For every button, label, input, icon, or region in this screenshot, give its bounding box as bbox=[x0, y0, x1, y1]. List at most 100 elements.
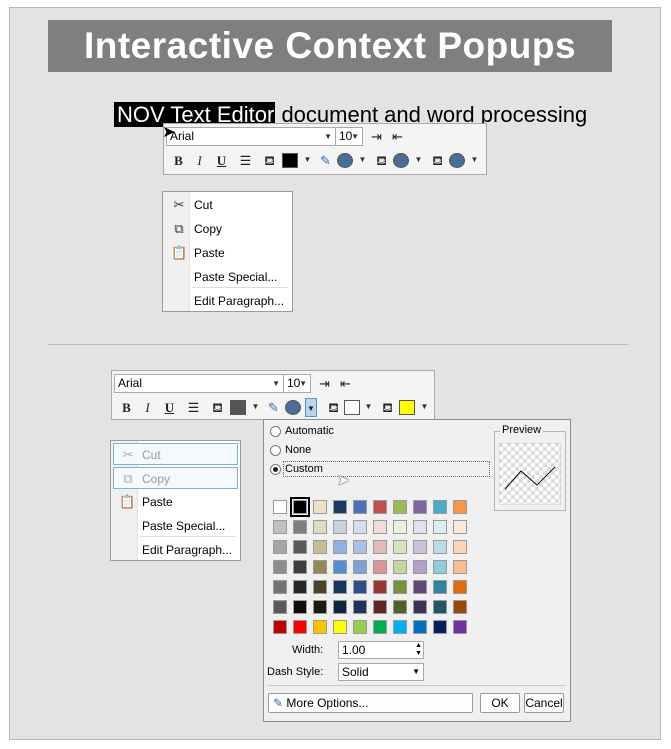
color-swatch[interactable] bbox=[293, 540, 307, 554]
align-center-icon[interactable]: ☰ bbox=[184, 398, 203, 417]
color-swatch[interactable] bbox=[353, 600, 367, 614]
more-options-button[interactable]: ✎ More Options... bbox=[268, 693, 473, 713]
menu-item-paste-special[interactable]: Paste Special... bbox=[113, 515, 238, 537]
color-swatch[interactable] bbox=[313, 580, 327, 594]
outline-color-swatch[interactable] bbox=[344, 400, 360, 415]
color-swatch[interactable] bbox=[273, 600, 287, 614]
fill-color-dropdown-button[interactable]: ▼ bbox=[305, 398, 317, 417]
width-input[interactable]: 1.00 ▲ ▼ bbox=[338, 641, 424, 659]
paint-bucket-icon[interactable]: ⛾ bbox=[378, 398, 397, 417]
color-swatch[interactable] bbox=[313, 620, 327, 634]
decrease-indent-icon[interactable]: ⇤ bbox=[388, 127, 407, 146]
chevron-down-icon[interactable]: ▼ bbox=[303, 155, 312, 164]
font-size-combo[interactable]: 10 ▼ bbox=[283, 374, 311, 393]
color-swatch[interactable] bbox=[293, 620, 307, 634]
color-swatch[interactable] bbox=[293, 580, 307, 594]
color-swatch[interactable] bbox=[353, 620, 367, 634]
color-swatch[interactable] bbox=[393, 580, 407, 594]
color-swatch[interactable] bbox=[413, 600, 427, 614]
text-color-swatch[interactable] bbox=[282, 153, 298, 168]
color-swatch[interactable] bbox=[353, 500, 367, 514]
color-swatch[interactable] bbox=[433, 560, 447, 574]
fill-color-swatch[interactable] bbox=[285, 400, 301, 415]
outline-color-swatch[interactable] bbox=[393, 153, 409, 168]
color-swatch[interactable] bbox=[373, 500, 387, 514]
color-swatch[interactable] bbox=[373, 540, 387, 554]
color-swatch[interactable] bbox=[333, 520, 347, 534]
color-swatch[interactable] bbox=[273, 540, 287, 554]
color-swatch[interactable] bbox=[453, 580, 467, 594]
color-swatch[interactable] bbox=[453, 620, 467, 634]
font-size-combo[interactable]: 10 ▼ bbox=[335, 127, 363, 146]
increase-indent-icon[interactable]: ⇥ bbox=[367, 127, 386, 146]
menu-item-copy[interactable]: ⧉ Copy bbox=[165, 218, 290, 240]
chevron-down-icon[interactable]: ▼ bbox=[358, 155, 367, 164]
chevron-down-icon[interactable]: ▼ bbox=[251, 402, 260, 411]
color-swatch[interactable] bbox=[333, 620, 347, 634]
paint-bucket-icon[interactable]: ⛾ bbox=[260, 151, 279, 170]
stepper-down-icon[interactable]: ▼ bbox=[415, 650, 422, 658]
highlight-color-swatch[interactable] bbox=[399, 400, 415, 415]
highlight-color-swatch[interactable] bbox=[449, 153, 465, 168]
color-swatch[interactable] bbox=[413, 540, 427, 554]
color-swatch[interactable] bbox=[313, 520, 327, 534]
color-swatch[interactable] bbox=[273, 500, 287, 514]
color-swatch[interactable] bbox=[333, 500, 347, 514]
color-swatch[interactable] bbox=[413, 580, 427, 594]
color-swatch[interactable] bbox=[333, 600, 347, 614]
color-swatch[interactable] bbox=[433, 540, 447, 554]
chevron-down-icon[interactable]: ▼ bbox=[420, 402, 429, 411]
underline-button[interactable]: U bbox=[212, 151, 231, 170]
color-swatch[interactable] bbox=[353, 560, 367, 574]
color-swatch[interactable] bbox=[353, 520, 367, 534]
decrease-indent-icon[interactable]: ⇤ bbox=[336, 374, 355, 393]
pen-icon[interactable]: ✎ bbox=[316, 151, 335, 170]
color-swatch[interactable] bbox=[393, 540, 407, 554]
color-swatch[interactable] bbox=[413, 560, 427, 574]
color-swatch[interactable] bbox=[373, 520, 387, 534]
paint-bucket-icon[interactable]: ⛾ bbox=[428, 151, 447, 170]
italic-button[interactable]: I bbox=[138, 398, 157, 417]
menu-item-edit-paragraph[interactable]: Edit Paragraph... bbox=[113, 539, 238, 561]
italic-button[interactable]: I bbox=[190, 151, 209, 170]
font-name-combo[interactable]: Arial ▼ bbox=[114, 374, 284, 393]
custom-radio[interactable] bbox=[270, 464, 281, 475]
color-swatch[interactable] bbox=[433, 520, 447, 534]
color-swatch[interactable] bbox=[273, 520, 287, 534]
chevron-down-icon[interactable]: ▼ bbox=[470, 155, 479, 164]
color-swatch[interactable] bbox=[273, 620, 287, 634]
align-center-icon[interactable]: ☰ bbox=[236, 151, 255, 170]
color-swatch[interactable] bbox=[453, 560, 467, 574]
menu-item-paste[interactable]: 📋 Paste bbox=[113, 491, 238, 513]
font-name-combo[interactable]: Arial ▼ bbox=[166, 127, 336, 146]
color-swatch[interactable] bbox=[433, 620, 447, 634]
color-swatch[interactable] bbox=[393, 560, 407, 574]
color-swatch[interactable] bbox=[433, 580, 447, 594]
color-swatch[interactable] bbox=[373, 600, 387, 614]
color-swatch[interactable] bbox=[393, 620, 407, 634]
color-swatch[interactable] bbox=[393, 600, 407, 614]
color-swatch[interactable] bbox=[313, 600, 327, 614]
chevron-down-icon[interactable]: ▼ bbox=[364, 402, 373, 411]
automatic-radio[interactable] bbox=[270, 426, 281, 437]
fill-color-swatch[interactable] bbox=[337, 153, 353, 168]
color-swatch[interactable] bbox=[313, 540, 327, 554]
chevron-down-icon[interactable]: ▼ bbox=[414, 155, 423, 164]
color-swatch[interactable] bbox=[313, 560, 327, 574]
paint-bucket-icon[interactable]: ⛾ bbox=[324, 398, 343, 417]
menu-item-paste-special[interactable]: Paste Special... bbox=[165, 266, 290, 288]
color-swatch[interactable] bbox=[313, 500, 327, 514]
cancel-button[interactable]: Cancel bbox=[524, 693, 564, 713]
ok-button[interactable]: OK bbox=[480, 693, 520, 713]
paint-bucket-icon[interactable]: ⛾ bbox=[208, 398, 227, 417]
color-swatch[interactable] bbox=[413, 520, 427, 534]
color-swatch[interactable] bbox=[393, 500, 407, 514]
color-swatch[interactable] bbox=[453, 520, 467, 534]
menu-item-cut[interactable]: ✂ Cut bbox=[165, 194, 290, 216]
color-swatch[interactable] bbox=[413, 620, 427, 634]
menu-item-edit-paragraph[interactable]: Edit Paragraph... bbox=[165, 290, 290, 312]
pen-icon[interactable]: ✎ bbox=[264, 398, 283, 417]
color-swatch[interactable] bbox=[273, 580, 287, 594]
color-swatch[interactable] bbox=[373, 580, 387, 594]
menu-item-paste[interactable]: 📋 Paste bbox=[165, 242, 290, 264]
